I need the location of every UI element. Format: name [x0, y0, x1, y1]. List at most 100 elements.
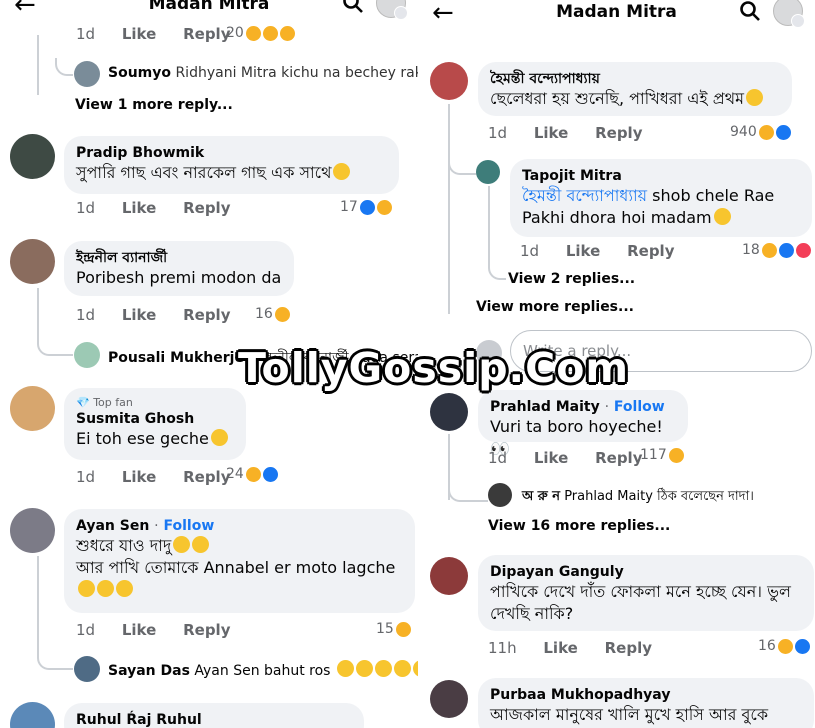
avatar[interactable]	[430, 557, 468, 595]
reaction-count: 18	[742, 242, 811, 258]
like-icon	[262, 466, 278, 482]
search-icon[interactable]	[739, 0, 761, 22]
view-replies[interactable]: View 2 replies...	[508, 271, 635, 287]
reply-button[interactable]: Reply	[183, 25, 230, 43]
reply-button[interactable]: Reply	[183, 621, 230, 639]
like-button[interactable]: Like	[543, 639, 577, 657]
view-more-replies[interactable]: View 16 more replies...	[488, 518, 670, 534]
comment-text: Ei toh ese geche	[76, 428, 234, 450]
reply-button[interactable]: Reply	[627, 242, 674, 260]
comment-bubble: Pradip Bhowmik সুপারি গাছ এবং নারকেল গাছ…	[64, 136, 399, 194]
comment-author[interactable]: Pradip Bhowmik	[76, 144, 387, 162]
haha-icon	[758, 124, 774, 140]
comment-author[interactable]: Dipayan Ganguly	[490, 563, 802, 581]
comment-author[interactable]: Prahlad Maity · Follow	[490, 398, 676, 416]
haha-icon	[395, 621, 411, 637]
like-icon	[794, 638, 810, 654]
top-fan-badge: 💎 Top fan	[76, 396, 133, 409]
haha-icon	[777, 638, 793, 654]
reply-connector	[448, 480, 488, 502]
like-button[interactable]: Like	[122, 468, 156, 486]
smile-emoji-icon	[116, 580, 133, 597]
reply-button[interactable]: Reply	[595, 124, 642, 142]
comment-author[interactable]: Tapojit Mitra	[522, 167, 800, 185]
reaction-count: 20	[226, 25, 295, 41]
sad-icon	[262, 25, 278, 41]
like-button[interactable]: Like	[122, 25, 156, 43]
avatar[interactable]	[10, 239, 55, 284]
reply-preview[interactable]: অ রু ন Prahlad Maity ঠিক বলেছেন দাদা।	[522, 487, 754, 508]
avatar[interactable]	[74, 61, 100, 87]
comment-author[interactable]: ইন্দ্রনীল ব্যানার্জী	[76, 249, 282, 267]
reply-preview[interactable]: Soumyo Ridhyani Mitra kichu na bechey ra…	[108, 65, 418, 81]
watermark: TollyGossip.Com	[238, 344, 630, 392]
reaction-count: 15	[376, 621, 411, 637]
comment-actions: 1d Like Reply	[488, 124, 643, 142]
comment-author[interactable]: Susmita Ghosh	[76, 410, 234, 428]
haha-icon	[245, 466, 261, 482]
avatar[interactable]	[74, 342, 100, 368]
flexed-emoji-icon	[173, 536, 191, 553]
avatar[interactable]	[488, 483, 512, 507]
grin-emoji-icon	[333, 163, 351, 180]
reply-preview[interactable]: Sayan Das Ayan Sen bahut ros	[108, 660, 418, 679]
like-icon	[778, 242, 794, 258]
profile-avatar[interactable]	[376, 0, 408, 20]
comment-bubble: হৈমন্তী বন্দ্যোপাধ্যায় ছেলেধরা হয় শুনে…	[478, 62, 792, 116]
thread-line	[448, 104, 450, 314]
comment-bubble: Dipayan Ganguly পাখিকে দেখে দাঁত ফোকলা ম…	[478, 555, 814, 631]
reaction-count: 117	[640, 447, 684, 463]
like-button[interactable]: Like	[534, 124, 568, 142]
like-icon	[775, 124, 791, 140]
reaction-count: 16	[255, 306, 290, 322]
like-button[interactable]: Like	[122, 621, 156, 639]
haha-icon	[668, 447, 684, 463]
reply-button[interactable]: Reply	[183, 199, 230, 217]
comment-actions: 1d Like Reply	[488, 449, 643, 467]
avatar[interactable]	[10, 508, 55, 553]
like-button[interactable]: Like	[534, 449, 568, 467]
comment-text: Poribesh premi modon da	[76, 268, 282, 287]
reply-button[interactable]: Reply	[183, 306, 230, 324]
comment-author[interactable]: Ruhul Ŕaj Ruhul	[76, 711, 352, 728]
reply-button[interactable]: Reply	[605, 639, 652, 657]
comment-text: আজকাল মানুষের খালি মুখে হাসি আর বুকে	[490, 705, 769, 724]
like-button[interactable]: Like	[122, 199, 156, 217]
avatar[interactable]	[476, 160, 500, 184]
avatar[interactable]	[430, 62, 468, 100]
search-icon[interactable]	[342, 0, 364, 14]
hand-over-mouth-emoji-icon	[746, 89, 763, 106]
comment-author[interactable]: হৈমন্তী বন্দ্যোপাধ্যায়	[490, 70, 780, 88]
reaction-count: 24	[226, 466, 278, 482]
thread-line	[37, 556, 39, 651]
smile-emoji-icon	[192, 536, 210, 553]
reaction-count: 16	[758, 638, 810, 654]
avatar[interactable]	[430, 680, 468, 718]
follow-button[interactable]: Follow	[164, 518, 215, 534]
like-button[interactable]: Like	[566, 242, 600, 260]
comment-author[interactable]: Purbaa Mukhopadhyay	[490, 686, 802, 704]
avatar[interactable]	[10, 134, 55, 179]
comment-text: পাখিকে দেখে দাঁত ফোকলা মনে হচ্ছে যেন। ভু…	[490, 582, 791, 601]
comment-actions: 1d Like Reply	[76, 621, 231, 639]
profile-avatar[interactable]	[773, 0, 805, 28]
top-bar: ← Madan Mitra	[0, 0, 418, 22]
mention-link[interactable]: হৈমন্তী বন্দ্যোপাধ্যায়	[522, 186, 647, 205]
smile-emoji-icon	[713, 208, 731, 225]
follow-button[interactable]: Follow	[614, 399, 665, 415]
thread-line	[488, 186, 490, 268]
comment-author[interactable]: Ayan Sen · Follow	[76, 517, 403, 535]
avatar[interactable]	[10, 386, 55, 431]
view-more-replies[interactable]: View more replies...	[476, 299, 634, 315]
view-more-replies[interactable]: View 1 more reply...	[75, 97, 233, 113]
comment-time: 1d	[76, 25, 96, 43]
care-icon	[279, 25, 295, 41]
avatar[interactable]	[430, 393, 468, 431]
reply-button[interactable]: Reply	[595, 449, 642, 467]
like-button[interactable]: Like	[122, 306, 156, 324]
reply-button[interactable]: Reply	[183, 468, 230, 486]
comment-bubble: Purbaa Mukhopadhyay আজকাল মানুষের খালি ম…	[478, 678, 814, 728]
avatar[interactable]	[74, 656, 100, 682]
avatar[interactable]	[10, 702, 55, 728]
comment-bubble: ইন্দ্রনীল ব্যানার্জী Poribesh premi modo…	[64, 241, 294, 296]
